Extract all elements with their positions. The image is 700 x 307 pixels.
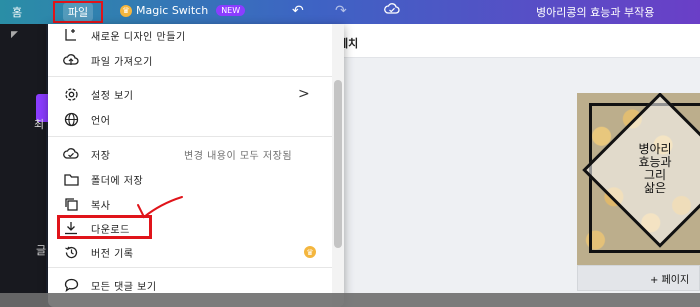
- left-sidebar: ◤ 최 글: [0, 24, 48, 307]
- menu-scrollbar[interactable]: [332, 24, 344, 307]
- magic-switch-label: Magic Switch: [136, 4, 209, 17]
- menu-item-label: 새로운 디자인 만들기: [91, 31, 186, 43]
- settings-icon: [62, 85, 80, 103]
- sidebar-label: 글: [36, 244, 47, 257]
- bottom-overlay: [0, 293, 700, 307]
- file-menu-label: 파일: [62, 3, 94, 21]
- menu-item-save[interactable]: 저장 변경 내용이 모두 저장됨: [48, 143, 332, 165]
- cloud-upload-icon: [62, 51, 80, 69]
- new-badge: NEW: [216, 5, 246, 16]
- folder-icon: [62, 170, 80, 188]
- menu-divider: [48, 76, 332, 77]
- menu-item-label: 파일 가져오기: [91, 56, 153, 68]
- cloud-check-icon: [62, 145, 80, 163]
- file-dropdown-menu: 새로운 디자인 만들기 파일 가져오기 설정 보기 > 언어 저장 변경 내용이…: [48, 24, 344, 307]
- menu-divider: [48, 136, 332, 137]
- cloud-svg: [384, 3, 400, 14]
- menu-item-label: 언어: [91, 115, 111, 127]
- menu-item-import-file[interactable]: 파일 가져오기: [48, 49, 332, 71]
- menu-item-label: 폴더에 저장: [91, 175, 144, 187]
- file-menu-button[interactable]: 파일: [53, 1, 103, 23]
- home-button[interactable]: 홈: [12, 4, 22, 20]
- comment-icon: [62, 276, 80, 294]
- new-design-icon: [62, 26, 80, 44]
- menu-item-save-to-folder[interactable]: 폴더에 저장: [48, 168, 332, 190]
- design-thumbnail[interactable]: 병아리 효능과 그리 삶은: [577, 93, 700, 266]
- annotation-checkmark: [137, 196, 183, 219]
- menu-item-view-settings[interactable]: 설정 보기 >: [48, 83, 332, 105]
- chevron-right-icon: >: [298, 86, 310, 102]
- copy-icon: [62, 195, 80, 213]
- menu-item-label: 버전 기록: [91, 248, 134, 260]
- menu-item-label: 저장: [91, 150, 111, 162]
- collapse-arrow-icon[interactable]: ◤: [11, 30, 21, 40]
- menu-item-language[interactable]: 언어: [48, 108, 332, 130]
- magic-switch-button[interactable]: ♛ Magic Switch NEW: [120, 4, 246, 17]
- add-page-button[interactable]: + 페이지: [577, 265, 700, 291]
- document-title[interactable]: 병아리콩의 효능과 부작용: [536, 4, 654, 20]
- canvas-area: 페치 병아리 효능과 그리 삶은 + 페이지: [330, 24, 700, 307]
- thumbnail-line: 삶은: [643, 181, 667, 195]
- save-status-text: 변경 내용이 모두 저장됨: [184, 150, 293, 162]
- undo-icon[interactable]: ↶: [292, 3, 304, 19]
- globe-icon: [62, 110, 80, 128]
- menu-scrollbar-thumb[interactable]: [334, 80, 342, 248]
- menu-item-label: 모든 댓글 보기: [91, 281, 157, 293]
- crown-icon: ♛: [120, 4, 132, 17]
- redo-icon[interactable]: ↷: [335, 3, 347, 19]
- cloud-saved-icon[interactable]: [384, 2, 400, 20]
- canvas-header: 페치: [330, 24, 700, 58]
- thumbnail-title: 병아리 효능과 그리 삶은: [595, 143, 700, 195]
- top-bar: 홈 파일 ♛ Magic Switch NEW ↶ ↷ 병아리콩의 효능과 부작…: [0, 0, 700, 24]
- menu-divider: [48, 267, 332, 268]
- menu-item-new-design[interactable]: 새로운 디자인 만들기: [48, 24, 332, 46]
- menu-item-label: 설정 보기: [91, 90, 134, 102]
- history-icon: [62, 243, 80, 261]
- sidebar-label: 최: [34, 118, 45, 131]
- menu-item-version-history[interactable]: 버전 기록 ♛: [48, 241, 332, 263]
- crown-icon: ♛: [304, 246, 316, 258]
- menu-item-copy[interactable]: 복사: [48, 193, 332, 215]
- menu-item-label: 복사: [91, 200, 111, 212]
